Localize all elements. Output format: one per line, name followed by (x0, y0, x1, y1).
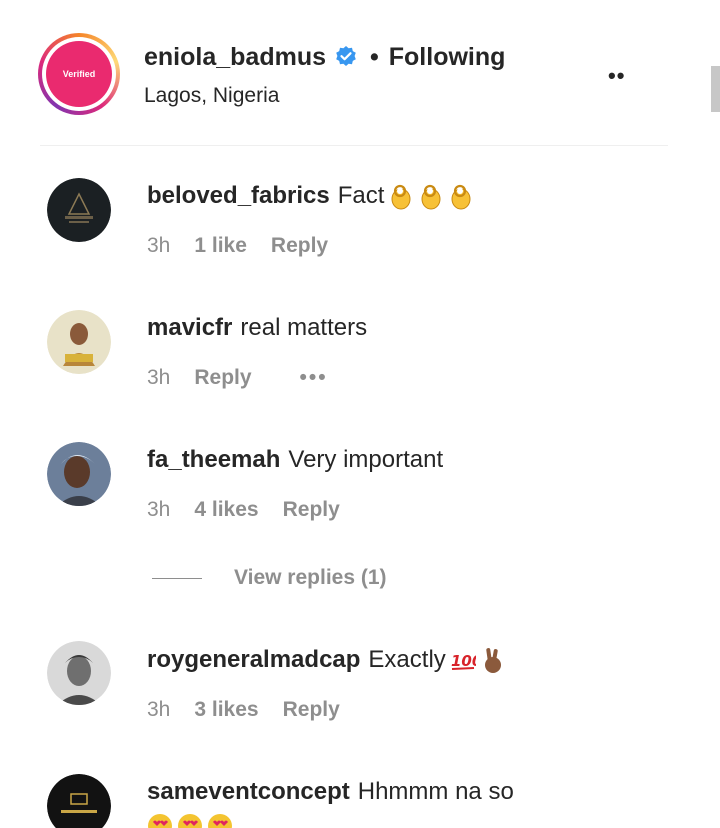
view-replies-button[interactable]: View replies (1) (152, 566, 387, 590)
ok-hand-emoji-icon (451, 184, 471, 210)
comment-line: beloved_fabrics Fact (147, 182, 474, 210)
comment-username[interactable]: beloved_fabrics (147, 182, 330, 210)
view-replies-label: View replies (1) (234, 566, 387, 589)
comment-line: roygeneralmadcap Exactly 100 (147, 646, 506, 674)
comment-time: 3h (147, 234, 171, 257)
post-header: Verified eniola_badmus • Following Lagos… (38, 0, 668, 146)
comment-text: Fact (337, 182, 385, 209)
comment-line: mavicfr real matters (147, 314, 367, 342)
comment-avatar[interactable] (47, 178, 111, 242)
comment-meta: 3h 4 likes Reply (147, 498, 364, 522)
reply-button[interactable]: Reply (271, 234, 328, 258)
comment-time: 3h (147, 366, 171, 389)
ok-hand-emoji-icon (391, 184, 411, 210)
heart-eyes-emoji-icon (148, 814, 172, 828)
comment-text: Hhmmm na so (357, 778, 514, 805)
heart-eyes-emoji-icon (208, 814, 232, 828)
comment-line: fa_theemah Very important (147, 446, 443, 474)
comment-more-icon[interactable]: ••• (300, 366, 328, 390)
post-location[interactable]: Lagos, Nigeria (144, 84, 279, 108)
comment-avatar[interactable] (47, 774, 111, 828)
comment-avatar[interactable] (47, 442, 111, 506)
avatar-image (47, 310, 111, 374)
more-options-icon[interactable]: •• (608, 63, 625, 89)
avatar-image (47, 442, 111, 506)
reply-button[interactable]: Reply (283, 698, 340, 722)
hundred-points-emoji-icon: 100 (451, 652, 476, 670)
reply-button[interactable]: Reply (194, 366, 251, 390)
comment-avatar[interactable] (47, 310, 111, 374)
owner-avatar-text: Verified (62, 69, 96, 79)
comment-username[interactable]: sameventconcept (147, 778, 350, 806)
victory-hand-emoji-icon (484, 648, 501, 673)
comment-text: real matters (240, 314, 368, 341)
comment-meta: 3h 3 likes Reply (147, 698, 364, 722)
comment-time: 3h (147, 498, 171, 521)
owner-avatar-image: Verified (46, 41, 112, 107)
avatar-image (47, 774, 111, 828)
ok-hand-emoji-icon (421, 184, 441, 210)
reply-button[interactable]: Reply (283, 498, 340, 522)
comment-username[interactable]: mavicfr (147, 314, 232, 342)
comment-likes[interactable]: 3 likes (194, 698, 258, 722)
comment-text: Exactly (368, 646, 446, 673)
scrollbar-fragment (711, 66, 720, 112)
comment-likes[interactable]: 1 like (194, 234, 247, 258)
heart-eyes-emoji-icon (178, 814, 202, 828)
comment-avatar[interactable] (47, 641, 111, 705)
verified-badge-icon (336, 46, 356, 66)
owner-avatar[interactable]: Verified (42, 37, 116, 111)
avatar-image (47, 641, 111, 705)
owner-line: eniola_badmus • Following (144, 42, 505, 72)
following-button[interactable]: Following (389, 43, 506, 72)
comment-time: 3h (147, 698, 171, 721)
comment-line: sameventconcept Hhmmm na so (147, 778, 514, 806)
view-replies-line (152, 577, 202, 579)
comment-likes[interactable]: 4 likes (194, 498, 258, 522)
comment-text: Very important (288, 446, 444, 473)
comment-username[interactable]: fa_theemah (147, 446, 280, 474)
comment-username[interactable]: roygeneralmadcap (147, 646, 360, 674)
owner-avatar-story-ring[interactable]: Verified (38, 33, 120, 115)
separator-dot: • (370, 42, 379, 71)
owner-username[interactable]: eniola_badmus (144, 43, 326, 72)
comment-meta: 3h Reply ••• (147, 366, 352, 390)
comment-emoji-row (147, 812, 233, 828)
avatar-image (47, 178, 111, 242)
comment-meta: 3h 1 like Reply (147, 234, 352, 258)
